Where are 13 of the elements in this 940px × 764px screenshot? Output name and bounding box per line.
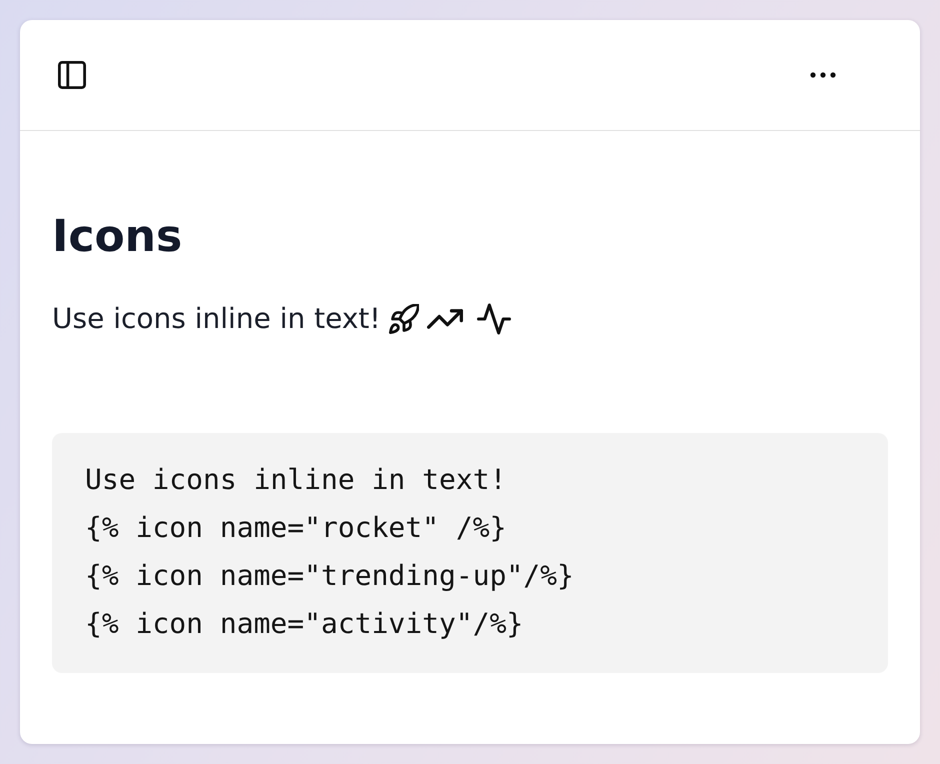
- more-icon: [810, 72, 836, 78]
- code-line: {% icon name="activity"/%}: [85, 606, 524, 642]
- more-button[interactable]: [810, 72, 836, 78]
- paragraph-text: Use icons inline in text!: [52, 301, 381, 337]
- trending-up-icon: [426, 309, 463, 329]
- code-line: {% icon name="rocket" /%}: [85, 510, 508, 546]
- code-line: Use icons inline in text!: [85, 462, 508, 498]
- sidebar-icon: [58, 61, 86, 89]
- activity-icon: [476, 303, 511, 335]
- page-title: Icons: [52, 210, 184, 263]
- code-line: {% icon name="trending-up"/%}: [85, 558, 575, 594]
- sidebar-button[interactable]: [58, 61, 86, 89]
- rocket-icon: [388, 304, 419, 334]
